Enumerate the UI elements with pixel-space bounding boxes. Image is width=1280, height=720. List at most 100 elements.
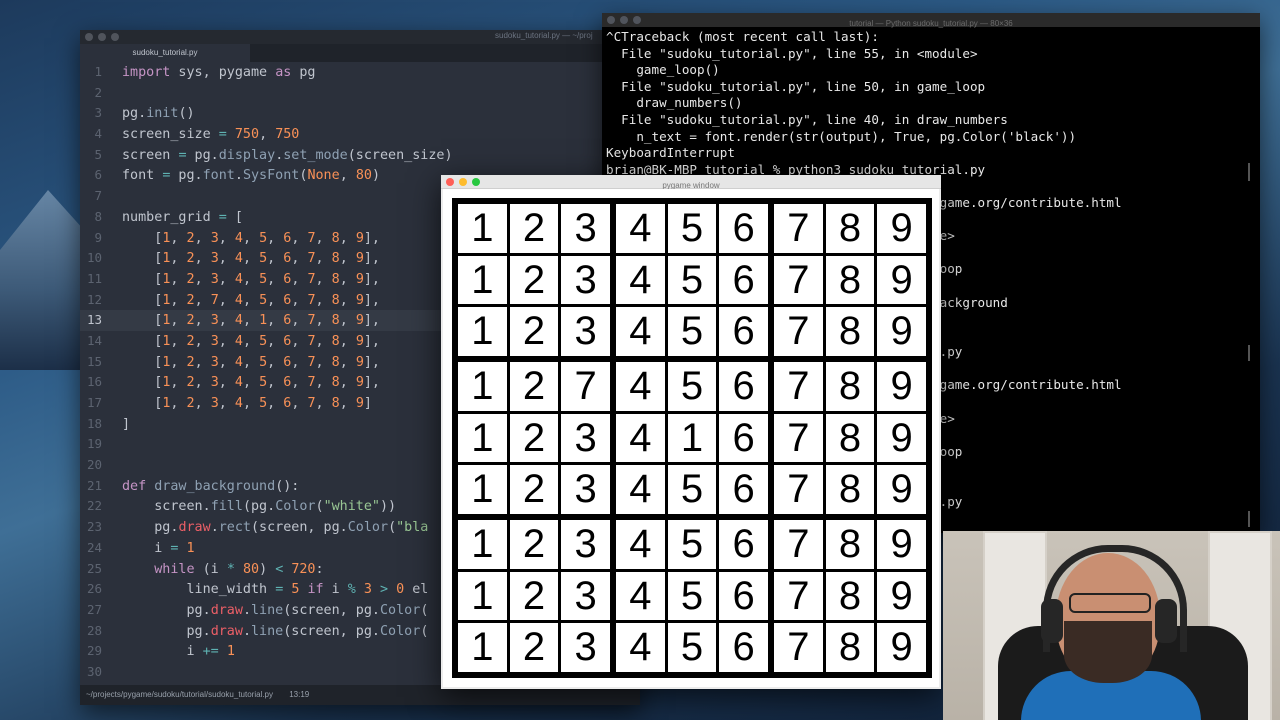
sudoku-cell[interactable]: 2 — [509, 362, 559, 411]
sudoku-cell[interactable]: 4 — [616, 465, 665, 514]
sudoku-cell[interactable]: 9 — [877, 623, 926, 672]
sudoku-cell[interactable]: 1 — [458, 571, 507, 621]
sudoku-cell[interactable]: 3 — [561, 571, 610, 621]
sudoku-cell[interactable]: 8 — [825, 204, 875, 253]
sudoku-cell[interactable]: 7 — [774, 255, 823, 305]
sudoku-cell[interactable]: 4 — [616, 413, 665, 463]
close-button[interactable] — [85, 33, 93, 41]
sudoku-cell[interactable]: 4 — [616, 571, 665, 621]
sudoku-cell[interactable]: 8 — [825, 520, 875, 569]
sudoku-cell[interactable]: 8 — [825, 362, 875, 411]
sudoku-cell[interactable]: 8 — [825, 255, 875, 305]
sudoku-cell[interactable]: 7 — [774, 520, 823, 569]
sudoku-cell[interactable]: 6 — [719, 255, 768, 305]
code-line[interactable]: 1 import sys, pygame as pg — [80, 62, 640, 83]
sudoku-cell[interactable]: 7 — [561, 362, 610, 411]
sudoku-cell[interactable]: 2 — [509, 204, 559, 253]
sudoku-cell[interactable]: 1 — [458, 204, 507, 253]
sudoku-cell[interactable]: 3 — [561, 204, 610, 253]
close-button[interactable] — [607, 16, 615, 24]
code-line[interactable]: 2 — [80, 83, 640, 104]
terminal-titlebar[interactable]: tutorial — Python sudoku_tutorial.py — 8… — [602, 13, 1260, 28]
sudoku-cell[interactable]: 2 — [509, 465, 559, 514]
minimize-button[interactable] — [459, 178, 467, 186]
sudoku-cell[interactable]: 7 — [774, 204, 823, 253]
sudoku-cell[interactable]: 8 — [825, 465, 875, 514]
sudoku-cell[interactable]: 2 — [509, 413, 559, 463]
sudoku-cell[interactable]: 4 — [616, 307, 665, 356]
sudoku-cell[interactable]: 7 — [774, 465, 823, 514]
sudoku-cell[interactable]: 2 — [509, 307, 559, 356]
sudoku-cell[interactable]: 9 — [877, 255, 926, 305]
sudoku-cell[interactable]: 7 — [774, 307, 823, 356]
sudoku-cell[interactable]: 6 — [719, 465, 768, 514]
sudoku-cell[interactable]: 1 — [458, 520, 507, 569]
sudoku-cell[interactable]: 6 — [719, 204, 768, 253]
zoom-button[interactable] — [472, 178, 480, 186]
sudoku-cell[interactable]: 6 — [719, 413, 768, 463]
sudoku-cell[interactable]: 2 — [509, 255, 559, 305]
sudoku-cell[interactable]: 3 — [561, 623, 610, 672]
sudoku-cell[interactable]: 9 — [877, 520, 926, 569]
sudoku-cell[interactable]: 6 — [719, 571, 768, 621]
sudoku-cell[interactable]: 8 — [825, 571, 875, 621]
sudoku-cell[interactable]: 7 — [774, 623, 823, 672]
sudoku-cell[interactable]: 5 — [667, 623, 717, 672]
sudoku-cell[interactable]: 1 — [667, 413, 717, 463]
pygame-window-controls[interactable] — [446, 178, 480, 186]
sudoku-cell[interactable]: 5 — [667, 571, 717, 621]
sudoku-cell[interactable]: 3 — [561, 307, 610, 356]
sudoku-cell[interactable]: 5 — [667, 307, 717, 356]
sudoku-cell[interactable]: 7 — [774, 413, 823, 463]
sudoku-cell[interactable]: 2 — [509, 520, 559, 569]
sudoku-cell[interactable]: 7 — [774, 571, 823, 621]
code-line[interactable]: 4 screen_size = 750, 750 — [80, 124, 640, 145]
sudoku-cell[interactable]: 2 — [509, 623, 559, 672]
sudoku-cell[interactable]: 3 — [561, 465, 610, 514]
sudoku-cell[interactable]: 5 — [667, 465, 717, 514]
sudoku-cell[interactable]: 9 — [877, 465, 926, 514]
sudoku-cell[interactable]: 9 — [877, 362, 926, 411]
sudoku-cell[interactable]: 5 — [667, 520, 717, 569]
sudoku-cell[interactable]: 9 — [877, 413, 926, 463]
zoom-button[interactable] — [633, 16, 641, 24]
sudoku-cell[interactable]: 3 — [561, 413, 610, 463]
minimize-button[interactable] — [98, 33, 106, 41]
sudoku-cell[interactable]: 6 — [719, 623, 768, 672]
sudoku-cell[interactable]: 8 — [825, 307, 875, 356]
sudoku-cell[interactable]: 4 — [616, 204, 665, 253]
sudoku-cell[interactable]: 3 — [561, 255, 610, 305]
pygame-window[interactable]: pygame window 12345678912345678912345678… — [441, 175, 941, 689]
minimize-button[interactable] — [620, 16, 628, 24]
editor-window-controls[interactable] — [85, 33, 119, 41]
sudoku-cell[interactable]: 1 — [458, 362, 507, 411]
sudoku-cell[interactable]: 4 — [616, 255, 665, 305]
sudoku-cell[interactable]: 9 — [877, 204, 926, 253]
sudoku-cell[interactable]: 5 — [667, 362, 717, 411]
sudoku-cell[interactable]: 3 — [561, 520, 610, 569]
editor-titlebar[interactable]: sudoku_tutorial.py — ~/proj — [80, 30, 640, 44]
sudoku-cell[interactable]: 1 — [458, 307, 507, 356]
code-line[interactable]: 5 screen = pg.display.set_mode(screen_siz… — [80, 145, 640, 166]
sudoku-cell[interactable]: 9 — [877, 571, 926, 621]
sudoku-cell[interactable]: 1 — [458, 465, 507, 514]
sudoku-cell[interactable]: 1 — [458, 413, 507, 463]
sudoku-cell[interactable]: 8 — [825, 623, 875, 672]
tab-sudoku-tutorial[interactable]: sudoku_tutorial.py — [80, 44, 250, 62]
zoom-button[interactable] — [111, 33, 119, 41]
code-line[interactable]: 3 pg.init() — [80, 103, 640, 124]
close-button[interactable] — [446, 178, 454, 186]
sudoku-cell[interactable]: 9 — [877, 307, 926, 356]
sudoku-grid[interactable]: 1234567891234567891234567891274567891234… — [452, 198, 932, 678]
sudoku-cell[interactable]: 6 — [719, 520, 768, 569]
sudoku-cell[interactable]: 5 — [667, 255, 717, 305]
sudoku-cell[interactable]: 1 — [458, 255, 507, 305]
pygame-canvas[interactable]: 1234567891234567891234567891274567891234… — [443, 189, 939, 687]
sudoku-cell[interactable]: 4 — [616, 623, 665, 672]
sudoku-cell[interactable]: 2 — [509, 571, 559, 621]
sudoku-cell[interactable]: 4 — [616, 520, 665, 569]
pygame-titlebar[interactable]: pygame window — [441, 175, 941, 190]
terminal-window-controls[interactable] — [607, 16, 641, 24]
sudoku-cell[interactable]: 6 — [719, 362, 768, 411]
sudoku-cell[interactable]: 8 — [825, 413, 875, 463]
